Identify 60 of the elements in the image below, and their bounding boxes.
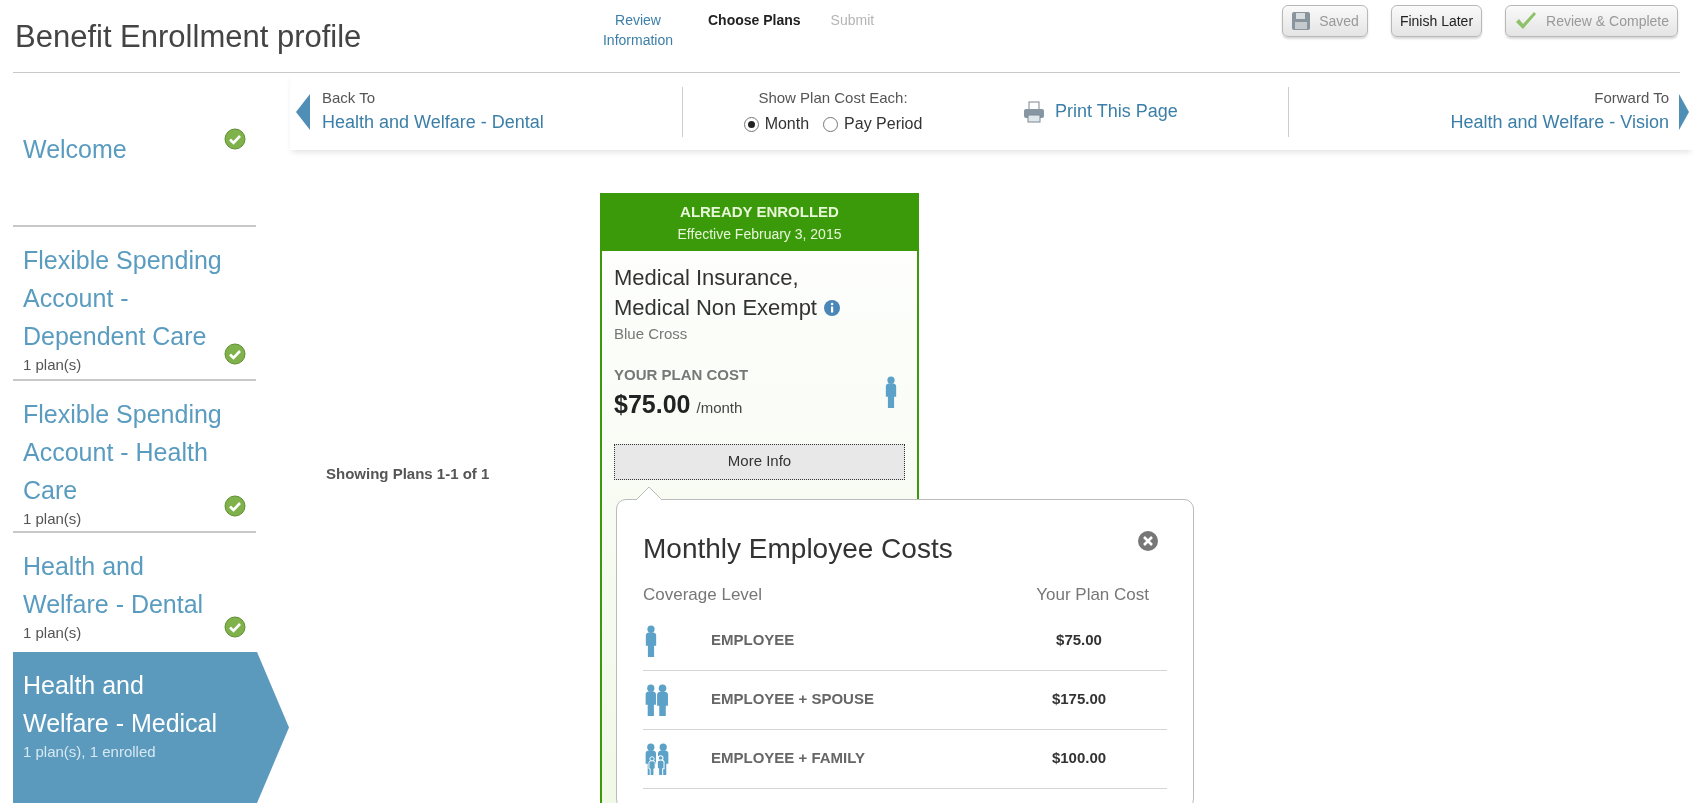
forward-caption: Forward To <box>1594 87 1669 108</box>
popup-title: Monthly Employee Costs <box>643 532 953 566</box>
check-icon <box>224 616 246 638</box>
sidebar-item-label: Health and Welfare - Dental <box>23 551 205 620</box>
coverage-level: EMPLOYEE <box>711 630 796 651</box>
plan-cost: $75.00 <box>614 389 691 420</box>
check-icon <box>224 128 246 150</box>
showing-plans-text: Showing Plans 1-1 of 1 <box>326 464 490 484</box>
sidebar-item-label: Health and Welfare - Medical <box>23 670 219 739</box>
coverage-cost: $100.00 <box>1050 748 1108 769</box>
sidebar-item-label: Flexible Spending Account - Dependent Care <box>23 245 223 352</box>
carrier-name: Blue Cross <box>614 324 689 344</box>
sidebar-item-label: Welcome <box>23 134 128 165</box>
cost-period: /month <box>696 398 743 418</box>
more-info-button[interactable]: More Info <box>614 443 905 480</box>
sidebar-item-label: Flexible Spending Account - Health Care <box>23 399 223 506</box>
step-link[interactable]: Review Information <box>598 10 678 50</box>
check-icon <box>224 495 246 517</box>
plan-count: 1 plan(s), 1 enrolled <box>23 742 157 762</box>
step-link[interactable]: Choose Plans <box>708 10 801 50</box>
radio-option[interactable]: Month <box>743 112 810 137</box>
plan-name: Medical Insurance, Medical Non Exempt <box>614 265 817 320</box>
plan-count: 1 plan(s) <box>23 355 83 375</box>
family-icon <box>643 742 671 775</box>
sidebar-item[interactable]: Health and Welfare - Dental 1 plan(s) <box>13 533 256 652</box>
cost-caption: YOUR PLAN COST <box>614 364 749 385</box>
back-caption: Back To <box>322 87 377 108</box>
coverage-level: EMPLOYEE + SPOUSE <box>711 689 875 710</box>
print-link[interactable]: Print This Page <box>1055 98 1178 125</box>
cost-caption: Show Plan Cost Each: <box>758 87 908 108</box>
radio-option[interactable]: Pay Period <box>823 112 923 137</box>
sidebar-item[interactable]: Welcome <box>13 73 256 227</box>
person-icon <box>883 375 899 408</box>
check-icon <box>224 343 246 365</box>
printer-icon <box>1023 100 1045 123</box>
info-icon[interactable] <box>823 299 841 317</box>
close-icon[interactable] <box>1137 530 1159 552</box>
column-header: Coverage Level <box>643 584 763 606</box>
effective-date: Effective February 3, 2015 <box>677 224 842 244</box>
coverage-cost: $175.00 <box>1050 689 1108 710</box>
back-arrow-icon[interactable] <box>296 93 310 130</box>
finish-later-button[interactable]: Finish Later <box>1390 5 1483 37</box>
active-sidebar-item[interactable]: Health and Welfare - Medical 1 plan(s), 1 enrolled <box>13 652 289 803</box>
enrollment-status: ALREADY ENROLLED <box>680 202 839 223</box>
checkmark-icon <box>1514 11 1539 31</box>
plan-count: 1 plan(s) <box>23 509 83 529</box>
coverage-cost: $75.00 <box>1055 630 1103 651</box>
back-link[interactable]: Health and Welfare - Dental <box>322 109 682 137</box>
forward-link[interactable]: Health and Welfare - Vision <box>1450 109 1669 137</box>
radio-button[interactable] <box>823 116 839 132</box>
couple-icon <box>643 683 671 716</box>
coverage-level: EMPLOYEE + FAMILY <box>711 748 867 769</box>
sidebar-item[interactable]: Flexible Spending Account - Dependent Care 1 plan(s) <box>13 227 256 381</box>
page-title: Benefit Enrollment profile <box>14 18 363 56</box>
person-icon <box>643 624 659 657</box>
plan-count: 1 plan(s) <box>23 623 83 643</box>
sidebar-item[interactable]: Flexible Spending Account - Health Care 1 plan(s) <box>13 381 256 533</box>
forward-arrow-icon[interactable] <box>1679 93 1689 130</box>
radio-button[interactable] <box>743 116 759 132</box>
column-header: Your Plan Cost <box>1036 584 1149 606</box>
